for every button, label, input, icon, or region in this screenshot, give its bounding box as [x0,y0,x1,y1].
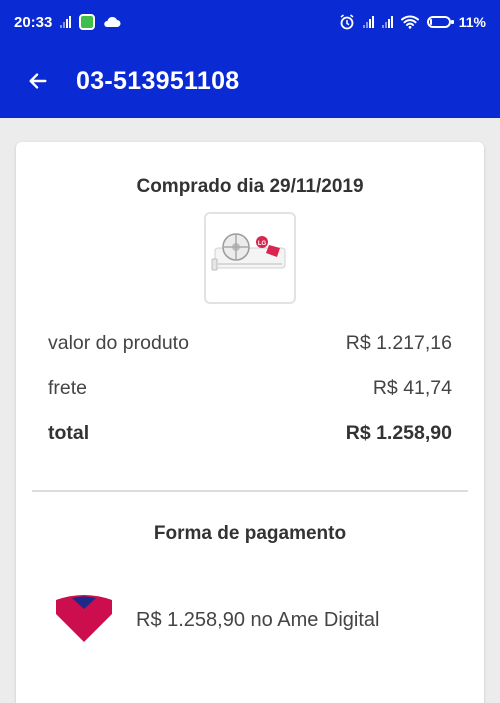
cloud-icon [104,16,121,27]
page-title: 03-513951108 [76,66,240,95]
shipping-amount: R$ 41,74 [372,377,452,399]
total-label: total [48,422,90,444]
status-time: 20:33 [14,13,53,31]
product-value-row: valor do produto R$ 1.217,16 [48,332,452,355]
section-divider [32,490,468,492]
product-value-label: valor do produto [48,332,189,354]
order-summary-card: Comprado dia 29/11/2019 LG valor do prod… [16,142,484,703]
signal-icon-sim1 [362,16,374,28]
payment-method-row: R$ 1.258,90 no Ame Digital [48,592,380,648]
product-value-amount: R$ 1.217,16 [345,332,452,354]
air-conditioner-image: LG [211,233,286,271]
total-row: total R$ 1.258,90 [48,422,452,445]
svg-text:LG: LG [258,241,267,247]
shipping-label: frete [48,377,88,399]
purchase-date: Comprado dia 29/11/2019 [136,176,364,197]
alarm-icon [340,14,354,30]
wifi-icon [400,15,419,29]
payment-method-text: R$ 1.258,90 no Ame Digital [136,608,380,631]
data-activity-icon [60,16,72,28]
back-button[interactable] [0,44,76,118]
signal-icon-sim2 [381,16,393,28]
total-amount: R$ 1.258,90 [345,422,452,444]
shipping-row: frete R$ 41,74 [48,377,452,400]
battery-icon [426,16,454,28]
payment-section-title: Forma de pagamento [153,523,347,544]
arrow-back-icon [29,73,47,89]
product-thumbnail[interactable]: LG [204,212,296,304]
app-bar: 03-513951108 [0,44,500,118]
battery-percent: 11% [458,14,486,30]
status-bar: 20:33 11% [0,0,500,44]
ame-digital-logo-icon [56,595,112,642]
android-app-icon [79,14,96,30]
